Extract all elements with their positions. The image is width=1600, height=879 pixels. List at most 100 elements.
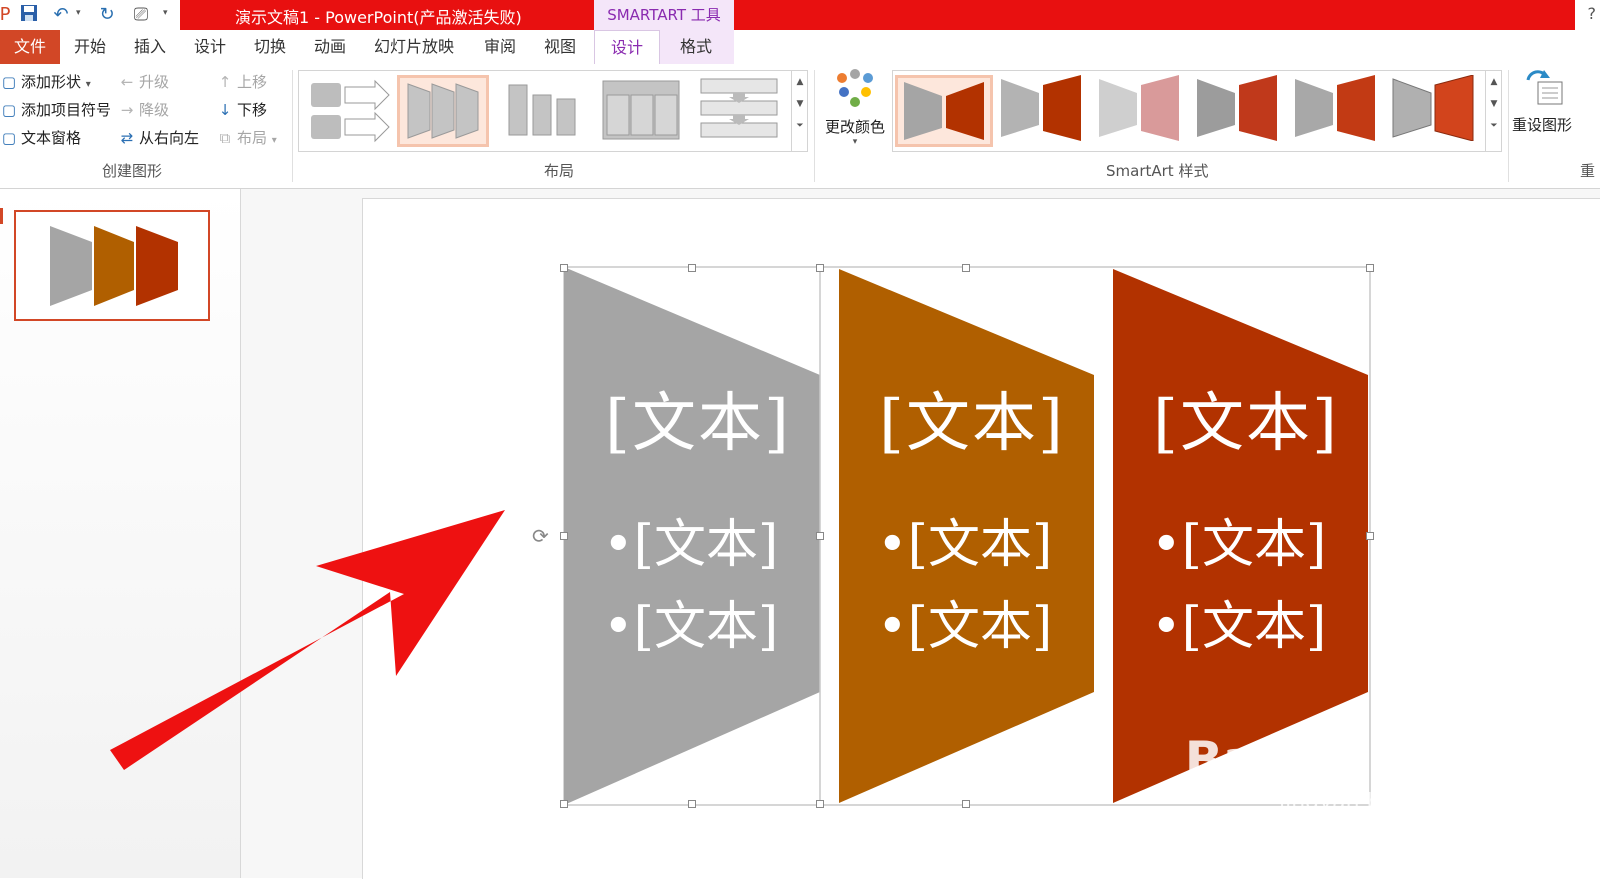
text-pane-button[interactable]: ▢ 文本窗格: [0, 126, 81, 150]
layout-thumb-vertical-bars[interactable]: [499, 75, 591, 147]
style-thumb-4[interactable]: [1191, 75, 1283, 147]
tab-review[interactable]: 审阅: [484, 30, 516, 64]
org-chart-icon: ⧉: [219, 129, 231, 147]
add-shape-icon: ▢: [1, 73, 17, 91]
tab-file[interactable]: 文件: [0, 30, 60, 64]
undo-icon[interactable]: ↶: [50, 4, 72, 26]
gallery-scroll-down-icon[interactable]: ▼: [792, 93, 808, 115]
resize-handle[interactable]: [560, 264, 568, 272]
gallery-more-icon[interactable]: ⏷: [792, 115, 808, 137]
save-icon[interactable]: [18, 4, 40, 26]
tab-smartart-design[interactable]: 设计: [594, 30, 660, 64]
layouts-gallery: ▲ ▼ ⏷: [298, 70, 808, 152]
group-label-layouts: 布局: [544, 162, 575, 180]
change-colors-button[interactable]: 更改颜色 ▾: [822, 68, 888, 154]
help-icon[interactable]: ?: [1588, 4, 1597, 23]
shape-2-bullet-2[interactable]: •[文本]: [877, 584, 1052, 659]
layout-thumb-arrow-list[interactable]: [305, 75, 397, 147]
shape-3-bullet-1[interactable]: •[文本]: [1151, 502, 1326, 577]
right-to-left-button[interactable]: ⇄ 从右向左: [118, 126, 199, 150]
ribbon-separator: [1508, 70, 1509, 182]
smartart-tools-title: SMARTART 工具: [594, 0, 734, 30]
baidu-watermark: Bai du 经验: [1184, 731, 1480, 789]
slide-thumbnail-1[interactable]: [14, 210, 210, 321]
gallery-scroll-up-icon[interactable]: ▲: [792, 71, 808, 93]
down-arrow-icon: ↓: [218, 101, 232, 119]
shape-1-bullet-1[interactable]: •[文本]: [603, 502, 778, 577]
style-thumb-6[interactable]: [1387, 74, 1479, 147]
resize-handle[interactable]: [560, 800, 568, 808]
tab-row: [0, 30, 1600, 64]
promote-arrow-icon: ←: [120, 73, 134, 91]
shape-3-bullet-2[interactable]: •[文本]: [1151, 584, 1326, 659]
group-label-reset: 重: [1580, 162, 1596, 180]
demote-arrow-icon: →: [120, 101, 134, 119]
style-thumb-selected[interactable]: [895, 75, 993, 147]
resize-handle[interactable]: [816, 532, 824, 540]
add-shape-dropdown-icon: ▾: [85, 79, 91, 90]
up-arrow-icon: ↑: [218, 73, 232, 91]
layout-button[interactable]: ⧉ 布局 ▾: [216, 126, 277, 150]
resize-handle[interactable]: [688, 264, 696, 272]
red-arrow-annotation: [110, 510, 505, 770]
layout-thumb-table[interactable]: [597, 75, 689, 147]
shape-1-title[interactable]: [文本]: [605, 372, 791, 464]
move-down-button[interactable]: ↓ 下移: [216, 98, 267, 122]
tab-view[interactable]: 视图: [544, 30, 576, 64]
styles-scroll-down-icon[interactable]: ▼: [1486, 93, 1502, 115]
style-thumb-5[interactable]: [1289, 75, 1381, 147]
reset-graphic-button[interactable]: 重设图形: [1512, 68, 1600, 148]
tab-transitions[interactable]: 切换: [254, 30, 286, 64]
tab-insert[interactable]: 插入: [134, 30, 166, 64]
palette-icon: [837, 69, 873, 107]
resize-handle[interactable]: [816, 800, 824, 808]
promote-button[interactable]: ← 升级: [118, 70, 169, 94]
styles-scroll-up-icon[interactable]: ▲: [1486, 71, 1502, 93]
undo-dropdown-icon[interactable]: ▾: [76, 8, 81, 18]
resize-handle[interactable]: [962, 264, 970, 272]
styles-more-icon[interactable]: ⏷: [1486, 115, 1502, 137]
layout-thumb-stacked-process[interactable]: [695, 75, 787, 147]
layout-thumb-trapezoid-selected[interactable]: [397, 75, 489, 147]
styles-gallery-scroll: ▲ ▼ ⏷: [1485, 71, 1501, 151]
tab-slideshow[interactable]: 幻灯片放映: [374, 30, 454, 64]
baidu-watermark-url: jingyan.baidu.com: [1278, 790, 1482, 815]
rotate-handle-icon[interactable]: ⟳: [532, 524, 549, 548]
resize-handle[interactable]: [560, 532, 568, 540]
window-title: 演示文稿1 - PowerPoint(产品激活失败): [235, 8, 522, 27]
ribbon-separator: [292, 70, 293, 182]
shape-2-bullet-1[interactable]: •[文本]: [877, 502, 1052, 577]
layouts-gallery-scroll: ▲ ▼ ⏷: [791, 71, 807, 151]
redo-icon[interactable]: ↻: [96, 4, 118, 26]
customize-toolbar-icon[interactable]: ▾: [163, 8, 168, 18]
resize-handle[interactable]: [688, 800, 696, 808]
resize-handle[interactable]: [1366, 532, 1374, 540]
tab-animations[interactable]: 动画: [314, 30, 346, 64]
add-bullet-button[interactable]: ▢ 添加项目符号: [0, 98, 111, 122]
demote-button[interactable]: → 降级: [118, 98, 169, 122]
slideshow-icon[interactable]: ⎚: [130, 4, 152, 26]
shape-2-title[interactable]: [文本]: [879, 372, 1065, 464]
layout-dropdown-icon: ▾: [271, 135, 277, 146]
add-shape-button[interactable]: ▢ 添加形状 ▾: [0, 70, 91, 94]
swap-arrows-icon: ⇄: [120, 129, 134, 147]
ribbon-separator: [814, 70, 815, 182]
text-pane-icon: ▢: [1, 129, 17, 147]
tab-smartart-format[interactable]: 格式: [680, 30, 712, 64]
resize-handle[interactable]: [1366, 264, 1374, 272]
app-icon[interactable]: P: [0, 4, 16, 26]
style-thumb-2[interactable]: [995, 75, 1087, 147]
tab-home[interactable]: 开始: [74, 30, 106, 64]
group-label-create-graphic: 创建图形: [102, 162, 163, 180]
smartart-styles-gallery: ▲ ▼ ⏷: [892, 70, 1502, 152]
resize-handle[interactable]: [816, 264, 824, 272]
shape-3-title[interactable]: [文本]: [1153, 372, 1339, 464]
add-bullet-icon: ▢: [1, 101, 17, 119]
move-up-button[interactable]: ↑ 上移: [216, 70, 267, 94]
style-thumb-3[interactable]: [1093, 75, 1185, 147]
tab-design[interactable]: 设计: [194, 30, 226, 64]
shape-1-bullet-2[interactable]: •[文本]: [603, 584, 778, 659]
slide-number-marker: [0, 208, 3, 224]
reset-graphic-icon: [1526, 70, 1563, 105]
resize-handle[interactable]: [962, 800, 970, 808]
